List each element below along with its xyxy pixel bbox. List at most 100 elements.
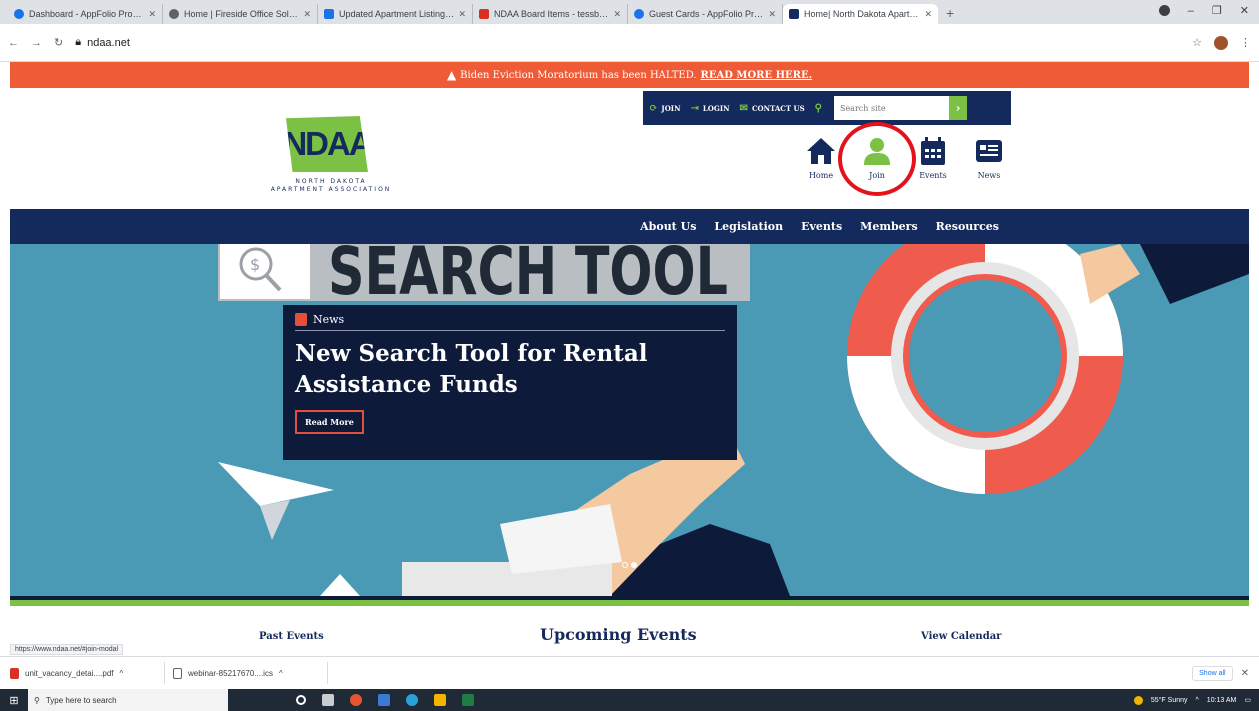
star-icon[interactable]: ☆ [1192,36,1202,49]
address-right: ☆ ⋮ [1192,35,1251,50]
quick-nav-home[interactable]: Home [800,135,842,180]
taskbar-search[interactable]: ⚲ Type here to search [28,689,228,711]
calendar-file-icon [173,667,182,679]
taskbar-apps [296,694,474,706]
read-more-button[interactable]: Read More [295,410,364,434]
url-field[interactable]: 🔒︎ ndaa.net [75,36,130,49]
tray-chevron-icon[interactable]: ^ [1196,697,1199,704]
logo-line-1: NORTH DAKOTA [295,178,367,185]
browser-tab-active[interactable]: Home| North Dakota Apartment ✕ [783,4,938,24]
menu-icon[interactable]: ⋮ [1240,36,1251,49]
search-icon: ⚲ [814,102,822,114]
new-tab-icon[interactable]: + [938,4,962,24]
close-tab-icon[interactable]: ✕ [924,9,932,20]
warning-icon: ▲ [446,68,457,82]
handshake-icon: ⟳ [649,102,658,114]
ndaa-logo[interactable]: NDAA NORTH DAKOTA APARTMENT ASSOCIATION [256,116,406,198]
login-link[interactable]: ⇥ LOGIN [690,103,729,114]
chevron-up-icon[interactable]: ^ [120,669,124,678]
cortana-icon[interactable] [296,695,306,705]
reload-icon[interactable]: ↻ [54,36,63,49]
search-submit-button[interactable]: › [948,96,967,120]
download-filename: unit_vacancy_detai....pdf [25,668,114,678]
envelope-icon: ✉ [739,102,748,114]
tab-favicon-icon [169,9,179,19]
close-tab-icon[interactable]: ✕ [768,9,776,20]
slider-dot[interactable] [622,562,628,568]
browser-tab[interactable]: Guest Cards - AppFolio Property✕ [628,4,783,24]
url-text: ndaa.net [87,36,130,49]
close-tab-icon[interactable]: ✕ [613,9,621,20]
windows-start-icon[interactable]: ⊞ [0,689,28,711]
notification-icon[interactable]: ▭ [1244,696,1251,704]
logo-mark: NDAA [286,116,368,172]
download-item[interactable]: webinar-85217670....ics ^ [173,662,328,684]
outlook-icon[interactable] [378,694,390,706]
nav-events[interactable]: Events [801,220,842,233]
past-events-link[interactable]: Past Events [259,631,324,642]
nav-members[interactable]: Members [860,220,918,233]
chrome-icon[interactable] [350,694,362,706]
close-tab-icon[interactable]: ✕ [303,9,311,20]
main-nav: About Us Legislation Events Members Reso… [10,209,1249,244]
browser-tab[interactable]: Home | Fireside Office Solutions ✕ [163,4,318,24]
taskbar-search-placeholder: Type here to search [45,695,117,705]
tab-title: Home| North Dakota Apartment [804,9,921,19]
nav-legislation[interactable]: Legislation [714,220,783,233]
tab-title: Updated Apartment Listing - Go [339,9,455,19]
forward-icon[interactable]: → [31,37,42,49]
browser-tab[interactable]: Dashboard - AppFolio Property ✕ [8,4,163,24]
site-search: › [833,96,967,120]
quick-nav-events[interactable]: Events [912,135,954,180]
download-filename: webinar-85217670....ics [188,668,273,678]
edge-icon[interactable] [406,694,418,706]
slider-dot-active[interactable] [631,562,637,568]
alert-banner: ▲ Biden Eviction Moratorium has been HAL… [10,62,1249,88]
slider-dots [622,562,637,568]
news-headline[interactable]: New Search Tool for Rental Assistance Fu… [295,338,725,400]
account-icon[interactable] [1158,5,1170,16]
weather-text[interactable]: 55°F Sunny [1151,697,1188,704]
excel-icon[interactable] [462,694,474,706]
close-tab-icon[interactable]: ✕ [458,9,466,20]
task-view-icon[interactable] [322,694,334,706]
svg-text:$: $ [250,255,260,274]
alert-text: Biden Eviction Moratorium has been HALTE… [460,69,697,81]
close-tab-icon[interactable]: ✕ [148,9,156,20]
contact-link[interactable]: ✉ CONTACT US [740,103,805,114]
contact-label: CONTACT US [751,103,805,113]
profile-avatar[interactable] [1214,35,1228,50]
quick-nav-news[interactable]: News [968,135,1010,180]
utility-bar: ⟳JOIN ⇥LOGIN ✉CONTACT US ⚲ › [643,91,1011,125]
file-explorer-icon[interactable] [434,694,446,706]
search-input[interactable] [833,96,949,120]
clock-time[interactable]: 10:13 AM [1207,697,1237,704]
show-all-button[interactable]: Show all [1192,665,1233,681]
tab-title: Dashboard - AppFolio Property [29,9,145,19]
view-calendar-link[interactable]: View Calendar [921,631,1001,642]
minimize-icon[interactable]: – [1188,5,1194,17]
maximize-icon[interactable]: ❐ [1212,4,1222,17]
tab-title: NDAA Board Items - tessbetaoc [494,9,610,19]
browser-tab[interactable]: Updated Apartment Listing - Go ✕ [318,4,473,24]
tab-favicon-icon [789,9,799,19]
browser-tab[interactable]: NDAA Board Items - tessbetaoc ✕ [473,4,628,24]
tab-favicon-icon [14,9,24,19]
download-item[interactable]: unit_vacancy_detai....pdf ^ [10,662,165,684]
nav-resources[interactable]: Resources [936,220,999,233]
join-link[interactable]: ⟳ JOIN [649,103,680,114]
upcoming-events-heading: Upcoming Events [540,625,697,644]
chevron-up-icon[interactable]: ^ [279,669,283,678]
download-bar: unit_vacancy_detai....pdf ^ webinar-8521… [0,656,1259,689]
close-download-bar-icon[interactable]: ✕ [1241,668,1249,679]
nav-about-us[interactable]: About Us [640,220,696,233]
hero-slider: $ SEARCH TOOL News New Search Tool for R… [10,244,1249,596]
close-window-icon[interactable]: ✕ [1240,4,1249,17]
read-more-link[interactable]: READ MORE HERE. [701,70,813,81]
address-bar: ← → ↻ 🔒︎ ndaa.net ☆ ⋮ [0,24,1259,62]
back-icon[interactable]: ← [8,37,19,49]
lock-icon: 🔒︎ [75,36,82,48]
browser-tabstrip: Dashboard - AppFolio Property ✕ Home | Fi… [0,0,1259,24]
screen: Dashboard - AppFolio Property ✕ Home | Fi… [0,0,1259,711]
tab-favicon-icon [324,9,334,19]
